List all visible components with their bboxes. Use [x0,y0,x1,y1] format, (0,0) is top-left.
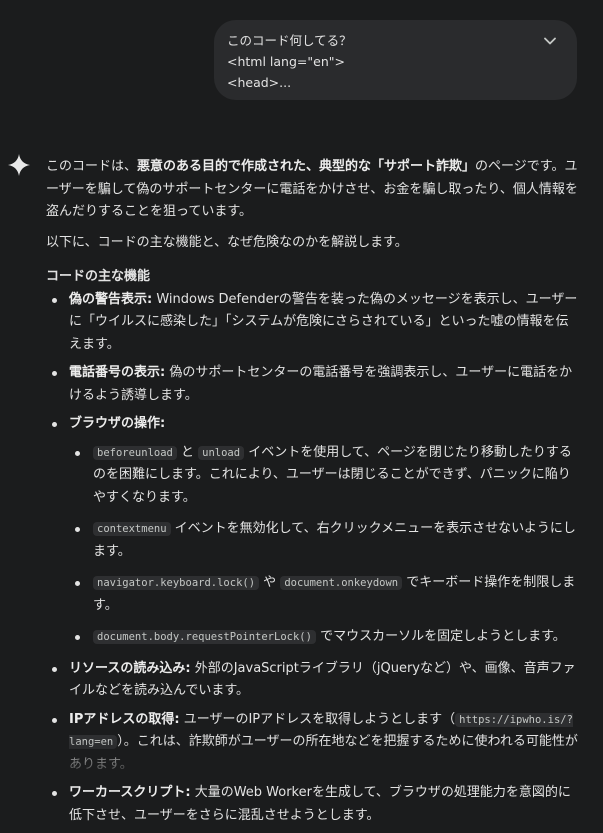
list-item: 偽の警告表示: Windows Defenderの警告を装った偽のメッセージを表… [46,289,581,357]
feature-list: 偽の警告表示: Windows Defenderの警告を装った偽のメッセージを表… [46,289,581,828]
sub-list-item: navigator.keyboard.lock() や document.onk… [69,572,581,617]
user-message-line: <head>... [227,75,292,90]
sub-item-text: や [259,575,281,590]
item-title: 偽の警告表示: [69,291,153,307]
intro-bold-text: 悪意のある目的で作成された、典型的な「サポート詐欺」 [137,159,476,174]
inline-code: beforeunload [93,445,177,460]
list-item: 電話番号の表示: 偽のサポートセンターの電話番号を強調表示し、ユーザーに電話をか… [46,362,581,407]
inline-code: unload [198,445,245,460]
user-message-line: このコード何してる？ [227,33,352,48]
sub-list-item: contextmenu イベントを無効化して、右クリックメニューを表示させないよ… [69,518,581,563]
inline-code: navigator.keyboard.lock() [93,576,260,590]
sub-item-text: と [176,444,199,460]
section-heading: コードの主な機能 [46,269,151,284]
sub-item-text: でマウスカーソルを固定しようとします。 [315,629,566,644]
item-title: 電話番号の表示: [69,365,166,380]
item-title: リソースの読み込み: [69,660,191,676]
user-message-line: <html lang="en"> [227,54,345,69]
inline-code: document.body.requestPointerLock() [93,630,316,644]
sub-list-item: beforeunload と unload イベントを使用して、ページを閉じたり… [69,442,581,510]
item-text: ユーザーのIPアドレスを取得しようとします（ [179,711,456,727]
list-item: リソースの読み込み: 外部のJavaScriptライブラリ（jQueryなど）や… [46,658,581,703]
list-item: ブラウザの操作: beforeunload と unload イベントを使用して… [46,413,581,649]
user-message-bubble: このコード何してる？ <html lang="en"> <head>... [214,20,577,100]
browser-ops-sublist: beforeunload と unload イベントを使用して、ページを閉じたり… [69,442,581,649]
overview-paragraph: 以下に、コードの主な機能と、なぜ危険なのかを解説します。 [46,234,408,250]
assistant-response: このコードは、悪意のある目的で作成された、典型的な「サポート詐欺」のページです。… [46,156,581,833]
item-title: ワーカースクリプト: [69,785,191,800]
sub-list-item: document.body.requestPointerLock() でマウスカ… [69,626,581,649]
list-item: IPアドレスの取得: ユーザーのIPアドレスを取得しようとします（ https:/… [46,709,581,777]
intro-text: このコードは、 [46,159,138,174]
inline-code: contextmenu [93,522,171,536]
list-item: ワーカースクリプト: 大量のWeb Workerを生成して、ブラウザの処理能力を… [46,782,581,827]
item-title: ブラウザの操作: [69,416,166,431]
item-text: ）。これは、詐欺師がユーザーの所在地などを把握するために使われる可能性があります… [69,734,578,772]
gemini-sparkle-icon [8,154,30,176]
chevron-down-icon[interactable] [543,34,557,48]
item-title: IPアドレスの取得: [69,711,180,727]
inline-code: document.onkeydown [280,576,403,590]
intro-paragraph: このコードは、悪意のある目的で作成された、典型的な「サポート詐欺」のページです。… [46,156,581,224]
